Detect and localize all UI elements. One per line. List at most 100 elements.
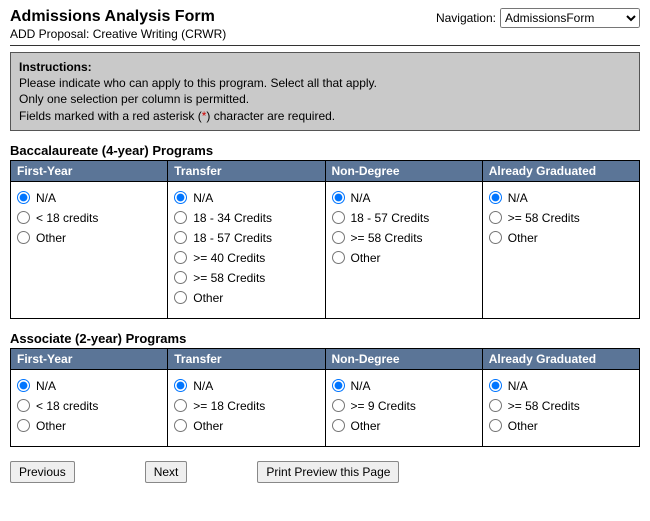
assoc-col-already-graduated: Already Graduated bbox=[482, 348, 639, 369]
instructions-heading: Instructions: bbox=[19, 60, 92, 74]
radio-input[interactable] bbox=[174, 419, 187, 432]
radio-input[interactable] bbox=[332, 211, 345, 224]
radio-option[interactable]: >= 58 Credits bbox=[487, 396, 635, 416]
radio-input[interactable] bbox=[332, 231, 345, 244]
radio-input[interactable] bbox=[174, 379, 187, 392]
radio-option[interactable]: >= 18 Credits bbox=[172, 396, 320, 416]
radio-input[interactable] bbox=[332, 399, 345, 412]
radio-label: Other bbox=[351, 419, 381, 433]
radio-label: < 18 credits bbox=[36, 211, 98, 225]
radio-label: >= 58 Credits bbox=[508, 399, 580, 413]
radio-option[interactable]: >= 58 Credits bbox=[172, 268, 320, 288]
header-divider bbox=[10, 45, 640, 46]
radio-option[interactable]: 18 - 57 Credits bbox=[330, 208, 478, 228]
radio-input[interactable] bbox=[489, 231, 502, 244]
radio-input[interactable] bbox=[332, 251, 345, 264]
assoc-col-first-year: First-Year bbox=[11, 348, 168, 369]
radio-input[interactable] bbox=[174, 211, 187, 224]
radio-option[interactable]: Other bbox=[487, 228, 635, 248]
radio-input[interactable] bbox=[174, 291, 187, 304]
radio-option[interactable]: >= 9 Credits bbox=[330, 396, 478, 416]
navigation-select[interactable]: AdmissionsForm bbox=[500, 8, 640, 28]
radio-input[interactable] bbox=[489, 399, 502, 412]
instructions-box: Instructions: Please indicate who can ap… bbox=[10, 52, 640, 131]
radio-label: >= 58 Credits bbox=[351, 231, 423, 245]
radio-option[interactable]: Other bbox=[172, 416, 320, 436]
radio-option[interactable]: >= 58 Credits bbox=[487, 208, 635, 228]
radio-label: Other bbox=[193, 291, 223, 305]
assoc-table: First-Year Transfer Non-Degree Already G… bbox=[10, 348, 640, 447]
radio-label: N/A bbox=[193, 379, 213, 393]
radio-option[interactable]: N/A bbox=[487, 188, 635, 208]
radio-input[interactable] bbox=[174, 251, 187, 264]
page-subtitle: ADD Proposal: Creative Writing (CRWR) bbox=[10, 27, 226, 41]
radio-label: 18 - 57 Credits bbox=[351, 211, 430, 225]
radio-input[interactable] bbox=[17, 419, 30, 432]
radio-input[interactable] bbox=[174, 191, 187, 204]
radio-label: N/A bbox=[36, 379, 56, 393]
radio-label: N/A bbox=[351, 191, 371, 205]
radio-option[interactable]: Other bbox=[15, 416, 163, 436]
bacc-col-non-degree: Non-Degree bbox=[325, 160, 482, 181]
radio-input[interactable] bbox=[489, 191, 502, 204]
radio-input[interactable] bbox=[17, 211, 30, 224]
radio-option[interactable]: N/A bbox=[15, 188, 163, 208]
radio-option[interactable]: N/A bbox=[330, 376, 478, 396]
instructions-line3a: Fields marked with a red asterisk ( bbox=[19, 109, 202, 123]
radio-option[interactable]: N/A bbox=[172, 376, 320, 396]
radio-label: 18 - 34 Credits bbox=[193, 211, 272, 225]
radio-option[interactable]: < 18 credits bbox=[15, 396, 163, 416]
radio-label: 18 - 57 Credits bbox=[193, 231, 272, 245]
radio-input[interactable] bbox=[332, 191, 345, 204]
radio-input[interactable] bbox=[17, 231, 30, 244]
radio-input[interactable] bbox=[174, 271, 187, 284]
bacc-col-transfer: Transfer bbox=[168, 160, 325, 181]
bacc-section-title: Baccalaureate (4-year) Programs bbox=[10, 143, 640, 158]
radio-option[interactable]: Other bbox=[172, 288, 320, 308]
radio-option[interactable]: < 18 credits bbox=[15, 208, 163, 228]
radio-option[interactable]: N/A bbox=[487, 376, 635, 396]
radio-option[interactable]: >= 58 Credits bbox=[330, 228, 478, 248]
radio-option[interactable]: Other bbox=[487, 416, 635, 436]
radio-option[interactable]: N/A bbox=[172, 188, 320, 208]
radio-option[interactable]: >= 40 Credits bbox=[172, 248, 320, 268]
bacc-cell-transfer: N/A 18 - 34 Credits 18 - 57 Credits >= 40 C… bbox=[168, 181, 325, 318]
radio-input[interactable] bbox=[489, 211, 502, 224]
radio-option[interactable]: Other bbox=[15, 228, 163, 248]
radio-input[interactable] bbox=[17, 191, 30, 204]
bacc-cell-non-degree: N/A 18 - 57 Credits >= 58 Credits Other bbox=[325, 181, 482, 318]
instructions-line1: Please indicate who can apply to this pr… bbox=[19, 76, 377, 90]
radio-option[interactable]: 18 - 57 Credits bbox=[172, 228, 320, 248]
bacc-table: First-Year Transfer Non-Degree Already G… bbox=[10, 160, 640, 319]
radio-label: < 18 credits bbox=[36, 399, 98, 413]
radio-option[interactable]: Other bbox=[330, 416, 478, 436]
radio-input[interactable] bbox=[17, 399, 30, 412]
radio-input[interactable] bbox=[332, 419, 345, 432]
radio-input[interactable] bbox=[489, 419, 502, 432]
radio-label: Other bbox=[508, 419, 538, 433]
bacc-cell-first-year: N/A < 18 credits Other bbox=[11, 181, 168, 318]
radio-option[interactable]: N/A bbox=[330, 188, 478, 208]
radio-input[interactable] bbox=[17, 379, 30, 392]
print-preview-button[interactable]: Print Preview this Page bbox=[257, 461, 399, 483]
assoc-col-non-degree: Non-Degree bbox=[325, 348, 482, 369]
radio-input[interactable] bbox=[174, 231, 187, 244]
radio-option[interactable]: Other bbox=[330, 248, 478, 268]
previous-button[interactable]: Previous bbox=[10, 461, 75, 483]
radio-label: >= 40 Credits bbox=[193, 251, 265, 265]
radio-label: >= 18 Credits bbox=[193, 399, 265, 413]
radio-label: >= 9 Credits bbox=[351, 399, 416, 413]
radio-label: >= 58 Credits bbox=[508, 211, 580, 225]
radio-label: Other bbox=[508, 231, 538, 245]
radio-input[interactable] bbox=[332, 379, 345, 392]
assoc-cell-non-degree: N/A >= 9 Credits Other bbox=[325, 369, 482, 446]
radio-input[interactable] bbox=[174, 399, 187, 412]
radio-input[interactable] bbox=[489, 379, 502, 392]
next-button[interactable]: Next bbox=[145, 461, 188, 483]
radio-label: >= 58 Credits bbox=[193, 271, 265, 285]
radio-label: N/A bbox=[351, 379, 371, 393]
radio-option[interactable]: 18 - 34 Credits bbox=[172, 208, 320, 228]
instructions-line3b: ) character are required. bbox=[206, 109, 335, 123]
radio-label: Other bbox=[36, 231, 66, 245]
radio-option[interactable]: N/A bbox=[15, 376, 163, 396]
